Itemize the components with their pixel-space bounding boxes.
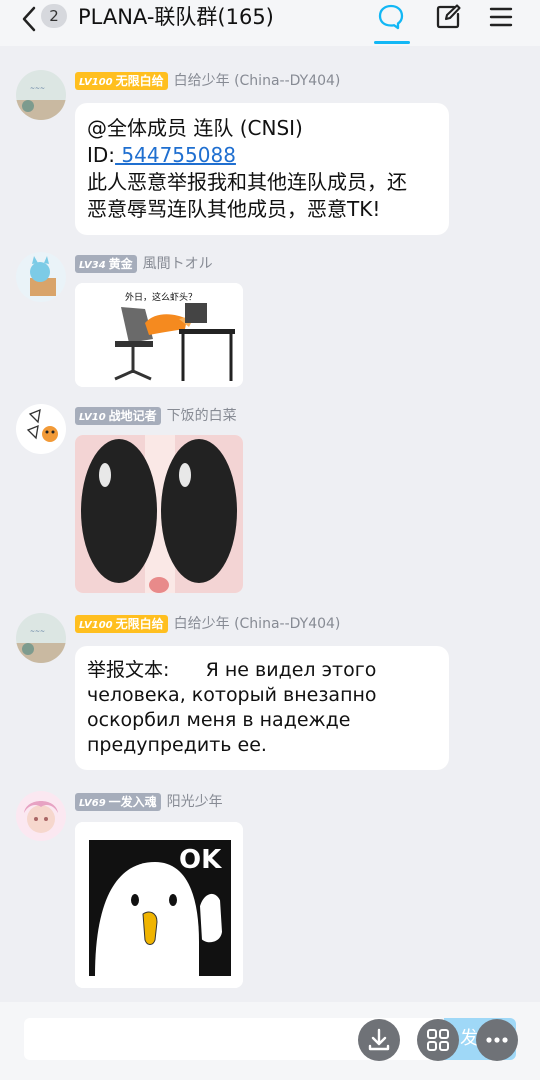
image-caption: OK [179, 845, 222, 875]
download-icon [368, 1028, 390, 1051]
sender-meta: LV69 一发入魂 阳光少年 [75, 793, 223, 811]
chat-bubble-icon[interactable] [377, 3, 405, 31]
more-button[interactable] [476, 1019, 518, 1061]
level-badge: LV34 黄金 [75, 255, 137, 273]
level-badge: LV69 一发入魂 [75, 793, 161, 811]
image-message[interactable]: OK [75, 822, 243, 988]
avatar[interactable]: ~~~ [16, 613, 66, 663]
sender-name[interactable]: 阳光少年 [167, 793, 223, 811]
message-line: предупредить ее. [87, 734, 267, 756]
svg-text:~~~: ~~~ [30, 628, 45, 635]
text-bubble[interactable]: 举报文本: Я не видел этого человека, который… [75, 646, 449, 770]
level-badge: LV100 无限白给 [75, 72, 168, 90]
sender-meta: LV100 无限白给 白给少年 (China--DY404) [75, 615, 340, 633]
avatar[interactable] [16, 252, 66, 302]
sender-meta: LV34 黄金 風間トオル [75, 255, 213, 273]
sender-name[interactable]: 白给少年 (China--DY404) [174, 615, 341, 633]
message-line: оскорбил меня в надежде [87, 709, 351, 731]
group-title: PLANA-联队群(165) [78, 5, 274, 29]
more-dots-icon [486, 1037, 508, 1043]
hamburger-menu-icon[interactable] [487, 3, 515, 31]
sender-name[interactable]: 下饭的白菜 [167, 407, 237, 425]
unread-count-badge[interactable]: 2 [41, 4, 67, 28]
active-tab-indicator [374, 41, 410, 44]
download-button[interactable] [358, 1019, 400, 1061]
message-line: человека, который внезапно [87, 684, 377, 706]
level-badge: LV100 无限白给 [75, 615, 168, 633]
apps-button[interactable] [417, 1019, 459, 1061]
image-caption: 外日，这么虾头？ [125, 291, 197, 303]
sender-name[interactable]: 風間トオル [143, 255, 213, 273]
input-bar: 发 [0, 1002, 540, 1080]
top-bar: 2 PLANA-联队群(165) [0, 0, 540, 46]
avatar[interactable] [16, 791, 66, 841]
sender-meta: LV100 无限白给 白给少年 (China--DY404) [75, 72, 340, 90]
id-link[interactable]: 544755088 [115, 143, 236, 167]
chevron-left-icon[interactable] [20, 6, 40, 32]
sender-meta: LV10 战地记者 下饭的白菜 [75, 407, 237, 425]
avatar[interactable]: ~~~ [16, 70, 66, 120]
message-line: 举报文本: Я не видел этого [87, 659, 377, 681]
sender-name[interactable]: 白给少年 (China--DY404) [174, 72, 341, 90]
grid-apps-icon [427, 1029, 449, 1051]
message-line: @全体成员 连队 (CNSI) [87, 116, 303, 140]
message-line: 恶意辱骂连队其他成员，恶意TK! [87, 197, 381, 221]
svg-text:~~~: ~~~ [30, 85, 45, 92]
message-line: ID: 544755088 [87, 143, 236, 167]
message-line: 此人恶意举报我和其他连队成员，还 [87, 170, 407, 194]
image-message[interactable]: 外日，这么虾头？ [75, 283, 243, 387]
level-badge: LV10 战地记者 [75, 407, 161, 425]
image-message[interactable] [75, 435, 243, 593]
avatar[interactable] [16, 404, 66, 454]
text-bubble[interactable]: @全体成员 连队 (CNSI) ID: 544755088 此人恶意举报我和其他… [75, 103, 449, 235]
edit-note-icon[interactable] [434, 3, 462, 31]
